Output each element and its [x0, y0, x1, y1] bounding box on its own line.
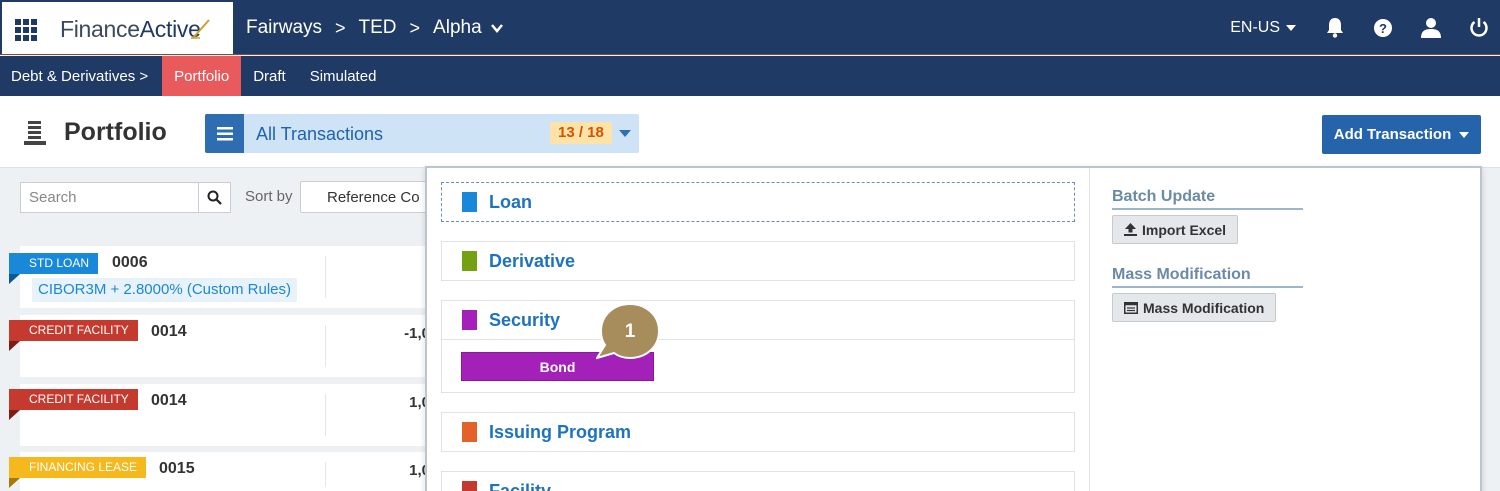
add-transaction-dropdown: Loan Derivative Security Bond Issuing Pr… — [425, 166, 1482, 491]
card-divider — [325, 325, 326, 367]
transaction-filter-selector[interactable]: All Transactions 13 / 18 — [205, 114, 639, 153]
power-icon[interactable] — [1468, 17, 1490, 39]
chevron-down-icon[interactable] — [490, 21, 504, 35]
transaction-code: 0006 — [112, 254, 148, 271]
category-label: Loan — [489, 191, 532, 212]
stack-list-icon — [24, 120, 46, 145]
loan-swatch-icon — [462, 192, 477, 212]
logo-slash-icon — [191, 19, 210, 39]
page-header: Portfolio All Transactions 13 / 18 Add T… — [0, 96, 1500, 168]
caret-down-icon[interactable] — [619, 130, 631, 137]
derivative-swatch-icon — [462, 251, 477, 271]
import-excel-button[interactable]: Import Excel — [1112, 215, 1239, 244]
transaction-card[interactable]: CREDIT FACILITY 0014 1,0 — [9, 384, 460, 446]
language-selector[interactable]: EN-US — [1230, 19, 1296, 37]
card-divider — [325, 394, 326, 436]
tab-draft[interactable]: Draft — [241, 56, 298, 96]
type-tag: CREDIT FACILITY — [9, 389, 138, 420]
mass-modification-title: Mass Modification — [1112, 266, 1303, 288]
category-loan[interactable]: Loan — [441, 182, 1075, 222]
list-window-icon — [1124, 301, 1138, 314]
type-tag: FINANCING LEASE — [9, 457, 147, 488]
user-icon[interactable] — [1420, 17, 1442, 39]
category-security: Security Bond — [441, 300, 1075, 393]
transaction-card[interactable]: CREDIT FACILITY 0014 -1,0 — [9, 315, 460, 377]
category-facility[interactable]: Facility — [441, 471, 1075, 491]
category-label: Security — [489, 309, 561, 330]
issuing-program-swatch-icon — [462, 422, 477, 442]
caret-down-icon — [1459, 131, 1470, 138]
category-label: Issuing Program — [489, 421, 632, 442]
security-swatch-icon — [462, 310, 477, 330]
logo-part1: Finance — [60, 16, 140, 42]
search-button[interactable] — [198, 183, 230, 212]
transaction-code: 0014 — [151, 323, 187, 340]
tab-simulated[interactable]: Simulated — [298, 56, 389, 96]
page-title: Portfolio — [64, 118, 167, 146]
batch-update-title: Batch Update — [1112, 188, 1303, 210]
add-transaction-button[interactable]: Add Transaction — [1322, 115, 1481, 154]
sub-nav: Debt & Derivatives > Portfolio Draft Sim… — [0, 56, 1500, 96]
transaction-code: 0015 — [159, 460, 195, 477]
language-label: EN-US — [1230, 18, 1280, 36]
category-label: Derivative — [489, 250, 576, 271]
top-right-controls: EN-US ? — [1230, 0, 1500, 55]
subnav-section-label: Debt & Derivatives — [11, 67, 136, 85]
search-icon — [207, 190, 222, 205]
tab-portfolio[interactable]: Portfolio — [162, 56, 242, 96]
top-bar: FinanceActive Fairways > TED > Alpha EN-… — [0, 0, 1500, 55]
rate-label: CIBOR3M + 2.8000% (Custom Rules) — [32, 278, 298, 302]
sort-select[interactable]: Reference Co — [300, 181, 440, 213]
transaction-card[interactable]: STD LOAN 0006 CIBOR3M + 2.8000% (Custom … — [9, 246, 460, 308]
breadcrumb: Fairways > TED > Alpha — [246, 17, 504, 39]
subnav-section-debt-derivatives[interactable]: Debt & Derivatives > — [0, 56, 162, 96]
mass-modification-label: Mass Modification — [1143, 299, 1265, 316]
bell-icon[interactable] — [1324, 17, 1346, 39]
app-logo: FinanceActive — [60, 16, 201, 43]
category-issuing-program[interactable]: Issuing Program — [441, 412, 1075, 452]
category-label: Facility — [489, 480, 552, 491]
sort-by-label: Sort by — [245, 188, 293, 205]
facility-swatch-icon — [462, 481, 477, 491]
app-grid-icon[interactable] — [15, 19, 37, 41]
search-input[interactable] — [21, 183, 199, 212]
search-box — [20, 182, 231, 213]
add-transaction-label: Add Transaction — [1333, 126, 1452, 143]
breadcrumb-alpha[interactable]: Alpha — [433, 17, 482, 39]
card-divider — [325, 462, 326, 487]
category-security-header[interactable]: Security — [442, 301, 1074, 339]
callout-bubble: 1 — [594, 302, 664, 362]
mass-modification-button[interactable]: Mass Modification — [1112, 293, 1277, 322]
card-divider — [325, 256, 326, 298]
selector-label: All Transactions — [256, 124, 384, 144]
menu-icon[interactable] — [205, 114, 244, 153]
type-tag: STD LOAN — [9, 253, 99, 284]
breadcrumb-fairways[interactable]: Fairways — [246, 17, 322, 39]
panel-divider — [1089, 168, 1090, 491]
breadcrumb-separator-icon: > — [335, 17, 346, 38]
svg-text:?: ? — [1379, 21, 1387, 36]
breadcrumb-ted[interactable]: TED — [359, 17, 397, 39]
transaction-code: 0014 — [151, 392, 187, 409]
type-tag: CREDIT FACILITY — [9, 320, 138, 351]
upload-icon — [1124, 223, 1137, 236]
breadcrumb-separator-icon: > — [409, 17, 421, 38]
help-icon[interactable]: ? — [1372, 17, 1394, 39]
callout-number: 1 — [624, 321, 636, 342]
brand-area: FinanceActive — [2, 2, 233, 54]
caret-down-icon — [1286, 24, 1296, 31]
category-derivative[interactable]: Derivative — [441, 241, 1075, 281]
page-title-group: Portfolio — [24, 118, 167, 147]
category-divider — [442, 339, 1074, 340]
transaction-count-badge: 13 / 18 — [550, 122, 612, 144]
import-excel-label: Import Excel — [1142, 221, 1227, 238]
transaction-card[interactable]: FINANCING LEASE 0015 1,0 — [9, 452, 460, 491]
